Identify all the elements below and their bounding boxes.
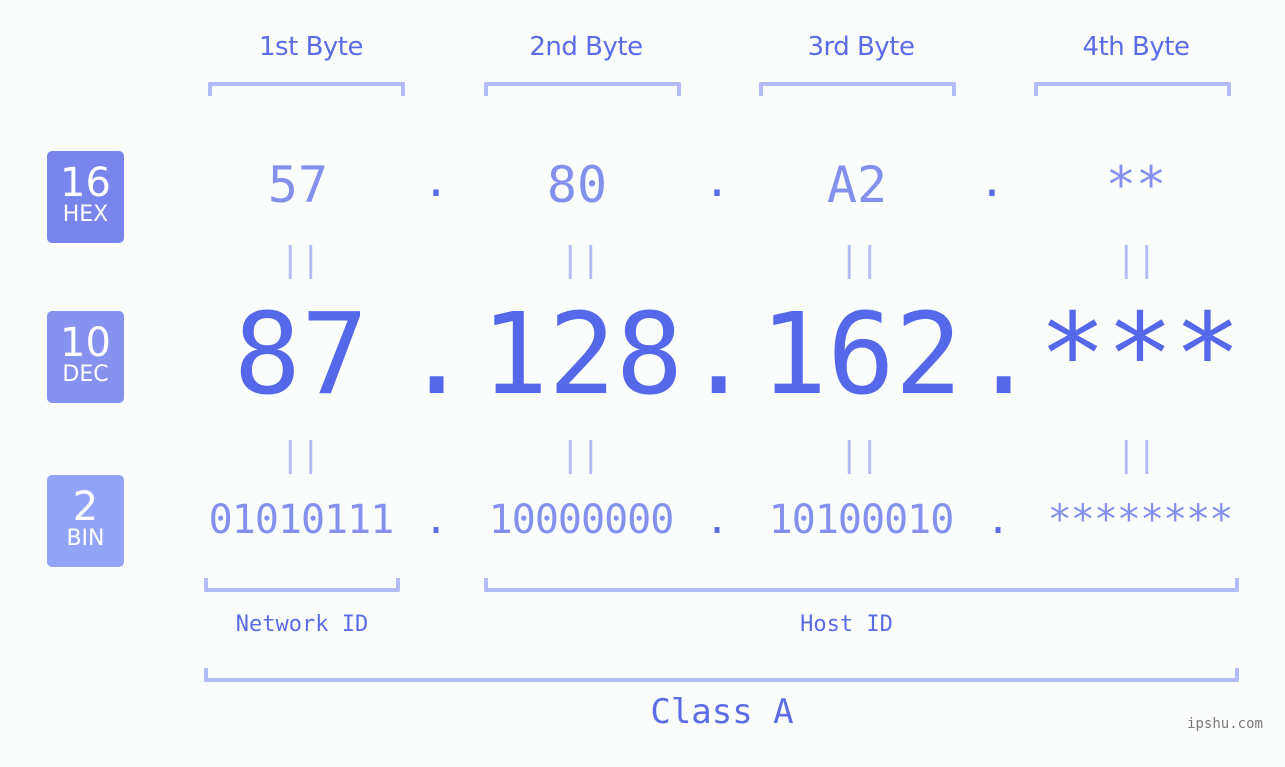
hex-separator-2: . xyxy=(703,156,731,207)
equals-icon: || xyxy=(839,435,880,475)
bin-byte-3: 10100010 xyxy=(768,497,955,543)
byte-bracket-4 xyxy=(1034,82,1231,96)
hex-byte-3: A2 xyxy=(826,156,888,214)
bin-badge-label: BIN xyxy=(66,526,105,551)
hex-byte-2: 80 xyxy=(546,156,608,214)
hex-byte-1: 57 xyxy=(267,156,329,214)
class-label: Class A xyxy=(650,692,794,732)
byte-header-3: 3rd Byte xyxy=(807,32,915,62)
hex-badge: 16 HEX xyxy=(47,151,124,243)
bin-badge-number: 2 xyxy=(72,484,99,530)
network-id-label: Network ID xyxy=(235,612,369,637)
byte-header-1: 1st Byte xyxy=(259,32,363,62)
dec-byte-4: *** xyxy=(1038,290,1242,420)
bin-byte-4: ******** xyxy=(1047,497,1234,543)
host-id-label: Host ID xyxy=(800,612,893,637)
hex-badge-label: HEX xyxy=(62,202,109,227)
byte-header-2: 2nd Byte xyxy=(529,32,643,62)
dec-badge-number: 10 xyxy=(60,320,111,366)
bin-byte-2: 10000000 xyxy=(488,497,675,543)
byte-header-4: 4th Byte xyxy=(1082,32,1190,62)
bin-byte-1: 01010111 xyxy=(208,497,395,543)
dec-byte-3: 162 xyxy=(759,290,963,420)
equals-icon: || xyxy=(280,240,321,280)
bin-separator-1: . xyxy=(423,497,449,543)
bin-badge: 2 BIN xyxy=(47,475,124,567)
bin-separator-3: . xyxy=(985,497,1011,543)
equals-icon: || xyxy=(1116,435,1157,475)
byte-bracket-3 xyxy=(759,82,956,96)
equals-icon: || xyxy=(560,240,601,280)
watermark: ipshu.com xyxy=(1187,716,1263,732)
byte-bracket-1 xyxy=(208,82,405,96)
byte-bracket-2 xyxy=(484,82,681,96)
dec-badge-label: DEC xyxy=(62,362,109,387)
network-id-bracket xyxy=(204,578,400,592)
equals-icon: || xyxy=(280,435,321,475)
equals-icon: || xyxy=(1116,240,1157,280)
hex-separator-3: . xyxy=(978,156,1006,207)
class-bracket xyxy=(204,668,1239,682)
hex-byte-4: ** xyxy=(1105,156,1167,214)
equals-icon: || xyxy=(839,240,880,280)
hex-separator-1: . xyxy=(422,156,450,207)
dec-byte-1: 87 xyxy=(233,290,369,420)
dec-badge: 10 DEC xyxy=(47,311,124,403)
dec-byte-2: 128 xyxy=(480,290,684,420)
bin-separator-2: . xyxy=(704,497,730,543)
equals-icon: || xyxy=(560,435,601,475)
host-id-bracket xyxy=(484,578,1239,592)
hex-badge-number: 16 xyxy=(60,160,111,206)
